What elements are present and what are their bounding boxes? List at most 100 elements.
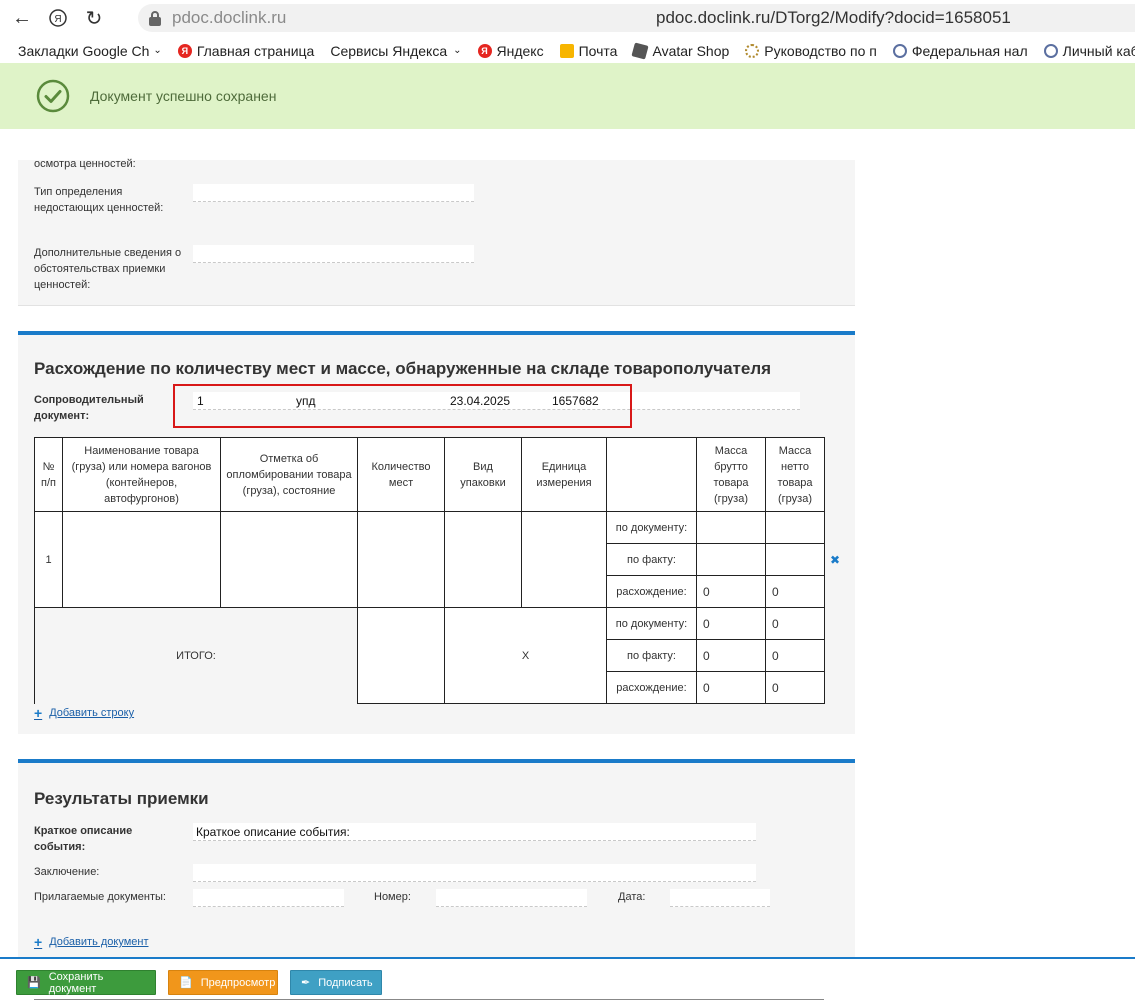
bookmark-label: Яндекс	[496, 42, 544, 59]
extra-info-input[interactable]	[193, 245, 474, 263]
diff-label: расхождение:	[606, 575, 697, 608]
gross-diff-value: 0	[696, 575, 766, 608]
accompanying-doc-label: Сопроводительный документ:	[34, 394, 144, 422]
number-label: Номер:	[374, 891, 411, 903]
total-gross-diff: 0	[696, 671, 766, 704]
save-button[interactable]: 💾 Сохранить документ	[16, 970, 156, 995]
missing-type-input[interactable]	[193, 184, 474, 202]
col-header: Масса нетто товара (груза)	[765, 437, 825, 512]
by-doc-label: по документу:	[606, 511, 697, 544]
row-index: 1	[34, 511, 63, 608]
cell-name[interactable]	[62, 511, 221, 608]
highlight-box	[173, 384, 632, 428]
add-row-link[interactable]: + Добавить строку	[34, 705, 134, 721]
chevron-down-icon: ⌄	[453, 45, 462, 56]
gross-doc-cell[interactable]	[696, 511, 766, 544]
add-document-link[interactable]: + Добавить документ	[34, 934, 149, 950]
avatar-shop-icon	[631, 41, 650, 60]
bookmark-google[interactable]: Закладки Google Ch ⌄	[18, 43, 162, 59]
document-icon: 📄	[179, 977, 193, 989]
bookmark-federal-tax[interactable]: Федеральная нал	[892, 42, 1028, 59]
attached-docs-label: Прилагаемые документы:	[34, 891, 166, 903]
attached-docs-input[interactable]	[193, 889, 344, 907]
preview-button[interactable]: 📄 Предпросмотр	[168, 970, 278, 995]
delete-row-icon[interactable]: ✖	[830, 553, 840, 567]
total-net-fact: 0	[765, 639, 825, 672]
cell-qty[interactable]	[357, 511, 445, 608]
by-fact-label: по факту:	[606, 543, 697, 576]
bookmark-avatar-shop[interactable]: Avatar Shop	[631, 41, 730, 60]
date-input[interactable]	[670, 889, 770, 907]
short-desc-input[interactable]: Краткое описание события:	[193, 823, 756, 841]
bookmark-yandex[interactable]: Я Яндекс	[477, 42, 544, 59]
add-row-label: Добавить строку	[49, 707, 135, 719]
bookmark-label: Avatar Shop	[652, 42, 730, 59]
cell-unit[interactable]	[521, 511, 607, 608]
yandex-icon: Я	[177, 43, 192, 58]
bookmark-mail[interactable]: Почта	[559, 42, 618, 59]
success-alert: Документ успешно сохранен	[0, 63, 1135, 129]
discrepancy-table: № п/п Наименование товара (груза) или но…	[34, 437, 825, 704]
tax-service-icon	[892, 43, 907, 58]
plus-icon: +	[34, 705, 43, 721]
bookmark-label: Руководство по п	[764, 42, 877, 59]
back-icon[interactable]: ←	[4, 0, 40, 36]
preview-button-label: Предпросмотр	[200, 976, 276, 989]
date-label: Дата:	[618, 891, 646, 903]
by-fact-label: по факту:	[606, 639, 697, 672]
chevron-down-icon: ⌄	[153, 45, 162, 56]
bookmark-label: Закладки Google Ch	[18, 42, 150, 59]
total-gross-doc: 0	[696, 607, 766, 640]
add-document-label: Добавить документ	[49, 936, 149, 948]
col-header: Единица измерения	[521, 437, 607, 512]
sign-button[interactable]: ✒ Подписать	[290, 970, 382, 995]
net-fact-cell[interactable]	[765, 543, 825, 576]
action-bar: 💾 Сохранить документ 📄 Предпросмотр ✒ По…	[0, 957, 1135, 1004]
discrepancy-section: Расхождение по количеству мест и массе, …	[18, 331, 855, 734]
net-doc-cell[interactable]	[765, 511, 825, 544]
bookmark-label: Федеральная нал	[911, 42, 1028, 59]
bookmark-label: Главная страница	[196, 42, 315, 59]
section-title: Расхождение по количеству мест и массе, …	[34, 359, 772, 378]
yandex-browser-icon[interactable]: Я	[40, 0, 76, 36]
total-row: ИТОГО: X по документу: 0 0	[34, 607, 825, 704]
bookmark-label: Сервисы Яндекса	[330, 42, 448, 59]
conclusion-label: Заключение:	[34, 866, 100, 878]
total-label: ИТОГО:	[34, 607, 358, 704]
extra-info-label: Дополнительные сведения о обстоятельства…	[34, 247, 182, 291]
cell-pack[interactable]	[444, 511, 522, 608]
cell-seal[interactable]	[220, 511, 358, 608]
gear-icon	[745, 43, 760, 58]
table-row: 1 по документу:	[34, 511, 825, 608]
number-input[interactable]	[436, 889, 587, 907]
bookmark-label: Почта	[578, 42, 618, 59]
pen-icon: ✒	[301, 977, 311, 989]
col-header-empty	[606, 437, 697, 512]
reload-icon[interactable]: ↻	[76, 0, 112, 36]
diff-label: расхождение:	[606, 671, 697, 704]
address-url[interactable]: pdoc.doclink.ru/DTorg2/Modify?docid=1658…	[656, 8, 1011, 28]
by-doc-label: по документу:	[606, 607, 697, 640]
total-net-diff: 0	[765, 671, 825, 704]
net-diff-value: 0	[765, 575, 825, 608]
missing-type-label: Тип определения недостающих ценностей:	[34, 186, 164, 214]
total-net-doc: 0	[765, 607, 825, 640]
plus-icon: +	[34, 934, 43, 950]
save-button-label: Сохранить документ	[48, 970, 104, 995]
gross-fact-cell[interactable]	[696, 543, 766, 576]
address-domain: pdoc.doclink.ru	[172, 8, 287, 27]
alert-message: Документ успешно сохранен	[90, 88, 277, 104]
address-bar[interactable]: pdoc.doclink.ru pdoc.doclink.ru/DTorg2/M…	[138, 4, 1135, 32]
sign-button-label: Подписать	[318, 976, 373, 989]
bookmark-guide[interactable]: Руководство по п	[745, 43, 877, 59]
table-edge	[34, 999, 824, 1006]
bookmark-yandex-services[interactable]: Сервисы Яндекса ⌄	[330, 43, 461, 59]
bookmark-main-page[interactable]: Я Главная страница	[177, 42, 315, 59]
conclusion-input[interactable]	[193, 864, 756, 882]
bookmarks-bar: Закладки Google Ch ⌄ Я Главная страница Се…	[0, 38, 1135, 63]
inspection-section: осмотра ценностей: Тип определения недос…	[18, 158, 855, 306]
results-section: Результаты приемки Краткое описание собы…	[18, 759, 855, 959]
bookmark-personal-cabinet[interactable]: Личный кабинет	[1043, 43, 1135, 59]
browser-toolbar: ← Я ↻ pdoc.doclink.ru pdoc.doclink.ru/DT…	[0, 0, 1135, 36]
short-desc-label: Краткое описание события:	[34, 825, 133, 853]
